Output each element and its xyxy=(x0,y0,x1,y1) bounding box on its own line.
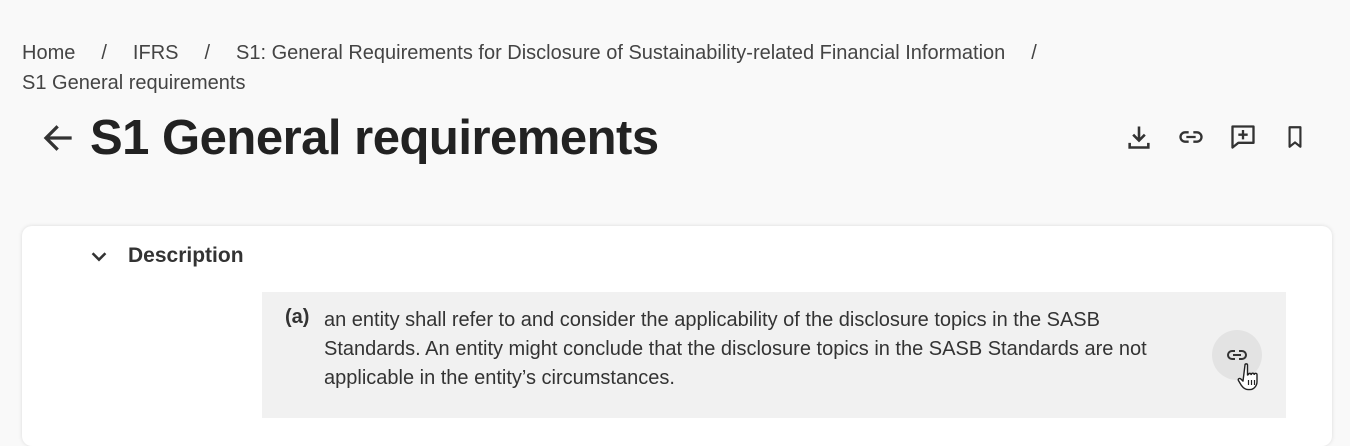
back-button[interactable] xyxy=(36,116,80,160)
clause-label: (a) xyxy=(285,306,310,328)
link-icon xyxy=(1179,131,1203,143)
arrow-left-icon xyxy=(43,125,72,151)
description-card: Description (a) an entity shall refer to… xyxy=(22,226,1332,446)
breadcrumb-current: S1 General requirements xyxy=(22,72,246,94)
title-row: S1 General requirements xyxy=(36,106,659,170)
description-title: Description xyxy=(128,244,244,267)
clause-text: an entity shall refer to and consider th… xyxy=(324,309,1147,389)
breadcrumb-separator: / xyxy=(101,42,107,64)
bookmark-icon xyxy=(1288,126,1302,148)
page-title: S1 General requirements xyxy=(90,111,659,165)
breadcrumb-s1-standard[interactable]: S1: General Requirements for Disclosure … xyxy=(236,42,1005,64)
chevron-down-icon xyxy=(91,252,107,262)
add-comment-button[interactable] xyxy=(1224,118,1262,156)
breadcrumb: Home / IFRS / S1: General Requirements for D… xyxy=(22,38,1122,98)
action-toolbar xyxy=(1120,118,1328,156)
breadcrumb-ifrs[interactable]: IFRS xyxy=(133,42,179,64)
download-button[interactable] xyxy=(1120,118,1158,156)
add-comment-icon xyxy=(1231,125,1255,149)
bookmark-button[interactable] xyxy=(1276,118,1314,156)
download-icon xyxy=(1128,126,1150,149)
breadcrumb-separator: / xyxy=(1031,42,1037,64)
hand-pointer-icon xyxy=(1237,363,1258,391)
copy-link-button[interactable] xyxy=(1172,118,1210,156)
description-toggle[interactable]: Description xyxy=(88,244,244,268)
breadcrumb-home[interactable]: Home xyxy=(22,42,75,64)
breadcrumb-separator: / xyxy=(204,42,211,64)
clause-block: (a) an entity shall refer to and conside… xyxy=(262,292,1286,418)
